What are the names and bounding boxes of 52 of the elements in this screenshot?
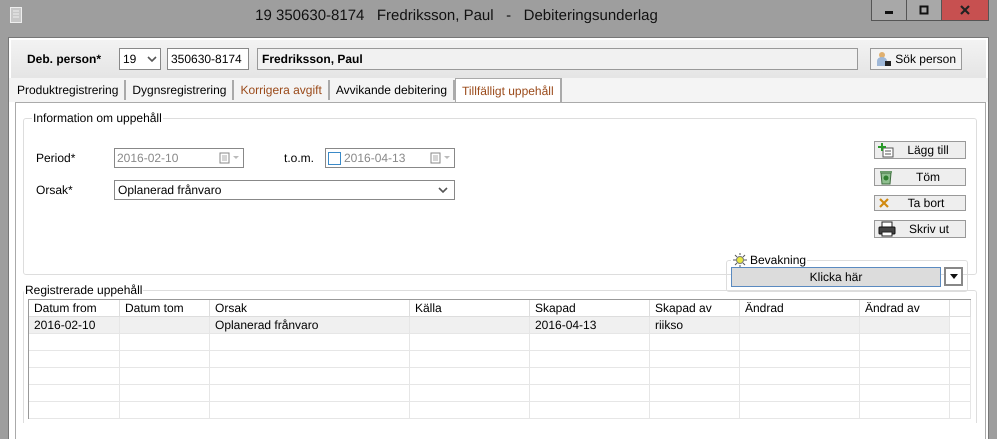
calendar-icon xyxy=(219,152,241,164)
tab[interactable]: Tillfälligt uppehåll xyxy=(455,78,562,102)
printer-icon xyxy=(878,221,896,237)
field-label: Orsak* xyxy=(36,183,74,197)
search-person-button[interactable]: Sök person xyxy=(870,48,962,70)
empty-cell xyxy=(950,402,971,419)
empty-cell xyxy=(950,334,971,351)
window-title: 19 350630-8174 Fredriksson, Paul - Debiteringsunderlag xyxy=(254,6,659,24)
field-label: Period* xyxy=(36,151,76,165)
x-icon xyxy=(878,197,890,209)
empty-header xyxy=(950,300,971,317)
group-title: Bevakning xyxy=(750,253,806,267)
action-button[interactable]: Töm xyxy=(874,168,966,186)
watch-button[interactable]: Klicka här xyxy=(731,267,941,287)
table-cell: 2016-04-13 xyxy=(530,317,650,334)
group-title: Registrerade uppehåll xyxy=(24,283,144,297)
action-button[interactable]: Skriv ut xyxy=(874,220,966,238)
table-cell: Oplanerad frånvaro xyxy=(210,317,410,334)
tab[interactable]: Dygnsregistrering xyxy=(126,80,234,100)
date-field[interactable]: 2016-04-13 xyxy=(325,148,455,168)
chevron-down-icon xyxy=(147,55,157,63)
name-field[interactable]: Fredriksson, Paul xyxy=(257,48,858,70)
calendar-icon xyxy=(430,152,452,164)
empty-cell xyxy=(950,368,971,385)
field-label: t.o.m. xyxy=(284,151,316,165)
close-button[interactable] xyxy=(941,0,988,20)
chevron-down-icon xyxy=(438,186,448,194)
close-icon xyxy=(960,5,970,15)
checkbox[interactable] xyxy=(328,152,341,164)
reason-dropdown[interactable]: Oplanerad frånvaro xyxy=(114,180,455,200)
add-list-icon xyxy=(878,142,894,158)
table-cell: 2016-02-10 xyxy=(29,317,120,334)
action-button[interactable]: Ta bort xyxy=(874,195,966,211)
century-dropdown[interactable]: 19 xyxy=(119,48,161,70)
maximize-button[interactable] xyxy=(906,0,941,20)
maximize-icon xyxy=(919,5,929,15)
field-label: Deb. person* xyxy=(27,52,102,66)
caret-down-icon xyxy=(950,274,958,279)
app-icon xyxy=(10,7,22,23)
trash-icon xyxy=(878,169,894,185)
empty-cell xyxy=(950,351,971,368)
dropdown-button[interactable] xyxy=(944,267,963,286)
id-field[interactable]: 350630-8174 xyxy=(167,48,249,70)
tab[interactable]: Korrigera avgift xyxy=(234,80,330,100)
action-button[interactable]: Lägg till xyxy=(874,141,966,159)
table-cell: riikso xyxy=(650,317,740,334)
empty-cell xyxy=(950,385,971,402)
group-title: Information om uppehåll xyxy=(32,111,163,125)
person-search-icon xyxy=(876,51,892,67)
bulb-icon xyxy=(732,253,748,267)
minimize-button[interactable] xyxy=(872,0,906,20)
tab[interactable]: Produktregistrering xyxy=(11,80,126,100)
